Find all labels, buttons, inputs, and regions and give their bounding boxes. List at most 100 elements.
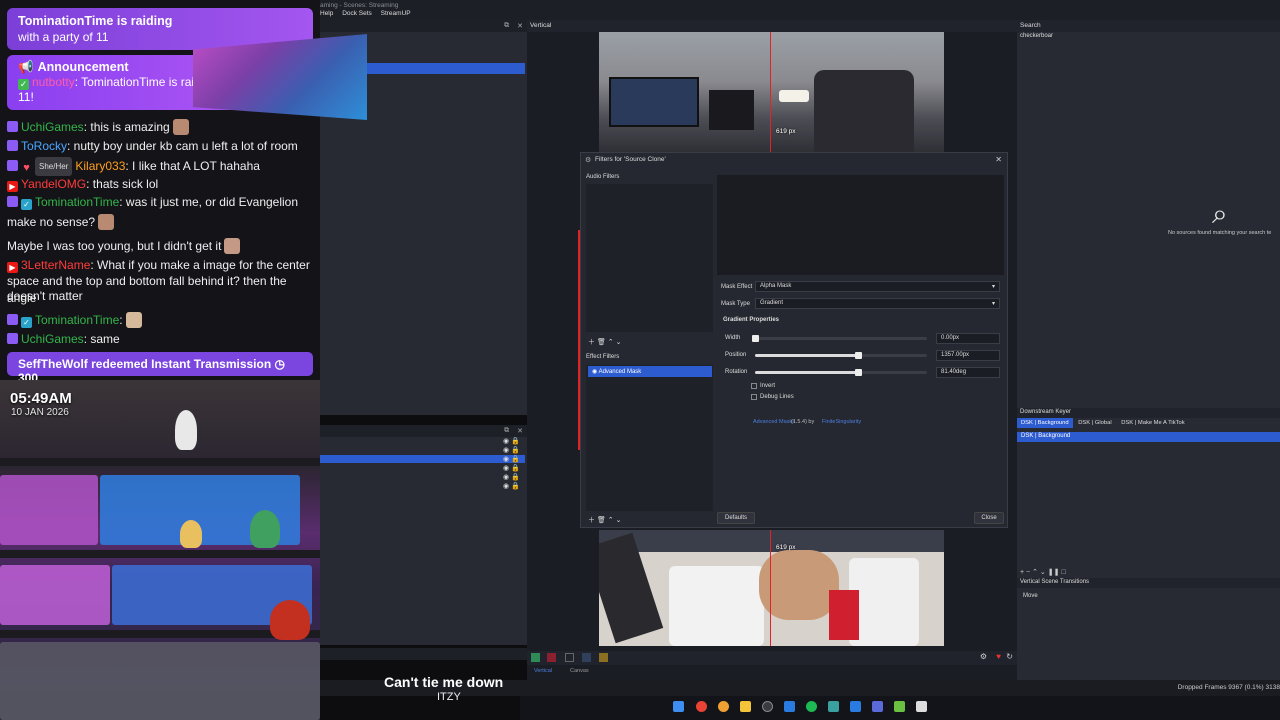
menu-streamup[interactable]: StreamUP <box>381 10 411 17</box>
minus-icon[interactable]: − <box>1026 569 1030 576</box>
stream-icon[interactable] <box>547 653 556 662</box>
record-icon[interactable] <box>531 653 540 662</box>
tab-canvas[interactable]: Canvas <box>570 668 589 674</box>
eye-icon[interactable]: ◉ 🔒 <box>503 437 520 445</box>
app-icon[interactable] <box>916 701 927 712</box>
app-icon[interactable] <box>828 701 839 712</box>
chevron-down-icon[interactable]: ⌄ <box>1040 569 1046 576</box>
debug-lines-checkbox[interactable] <box>751 394 757 400</box>
invert-checkbox[interactable] <box>751 383 757 389</box>
add-icon[interactable]: + <box>1020 569 1024 576</box>
selected-source-row[interactable] <box>320 455 525 463</box>
eye-icon[interactable]: ◉ 🔒 <box>503 455 520 463</box>
menu-help[interactable]: Help <box>320 10 333 17</box>
chat-username[interactable]: Kilary033 <box>75 159 125 173</box>
float-icon[interactable]: ⧉ <box>504 22 509 30</box>
trash-icon[interactable]: 🗑 <box>597 339 606 346</box>
chat-text: : was it just me, or did Evangelion <box>119 195 299 209</box>
eye-icon[interactable]: ◉ <box>592 369 597 375</box>
pause-icon[interactable]: ❚❚ <box>1048 569 1060 576</box>
start-icon[interactable] <box>673 701 684 712</box>
credit-link[interactable]: Advanced Masks <box>753 419 795 425</box>
replay-icon[interactable] <box>599 653 608 662</box>
window-title: aming - Scenes: Streaming <box>320 2 399 9</box>
close-icon[interactable]: ✕ <box>517 427 523 435</box>
chevron-up-icon[interactable]: ⌃ <box>608 339 614 346</box>
audio-filters-list[interactable] <box>586 184 713 332</box>
chevron-down-icon[interactable]: ⌄ <box>616 339 622 346</box>
close-button[interactable]: Close <box>974 512 1004 524</box>
tab-dsk-tiktok[interactable]: DSK | Make Me A TikTok <box>1117 418 1188 428</box>
rotation-slider-handle[interactable] <box>855 369 863 376</box>
eye-icon[interactable]: ◉ 🔒 <box>503 446 520 454</box>
width-slider[interactable] <box>755 337 927 340</box>
chat-username[interactable]: TominationTime <box>35 195 119 209</box>
stream-screen: TominationTime is raiding with a party o… <box>0 0 1280 720</box>
menu-dock-sets[interactable]: Dock Sets <box>342 10 372 17</box>
tab-dsk-global[interactable]: DSK | Global <box>1074 418 1115 428</box>
width-spinbox[interactable]: 0.00px <box>936 333 1000 344</box>
gear-icon[interactable]: ⚙ <box>980 652 987 661</box>
square-icon[interactable]: □ <box>1061 569 1065 576</box>
mask-effect-label: Mask Effect <box>721 284 753 290</box>
add-icon[interactable]: ＋ <box>588 517 595 524</box>
effect-filter-item[interactable]: ◉ Advanced Mask <box>588 366 712 377</box>
width-slider-handle[interactable] <box>752 335 759 342</box>
credit-author-link[interactable]: FiniteSingularity <box>822 419 861 425</box>
source-search-input[interactable]: checkerboar <box>1020 33 1278 42</box>
obs-icon[interactable] <box>762 701 773 712</box>
eye-icon[interactable]: ◉ 🔒 <box>503 473 520 481</box>
eye-icon[interactable]: ◉ 🔒 <box>503 464 520 472</box>
app-icon[interactable] <box>850 701 861 712</box>
app-icon[interactable] <box>784 701 795 712</box>
defaults-button[interactable]: Defaults <box>717 512 755 524</box>
width-label: Width <box>725 335 741 341</box>
dsk-list-item[interactable]: DSK | Background <box>1017 432 1280 442</box>
emote-icon <box>172 119 189 135</box>
tab-vertical[interactable]: Vertical <box>534 668 552 674</box>
chevron-down-icon[interactable]: ⌄ <box>616 517 622 524</box>
position-spinbox[interactable]: 1357.00px <box>936 350 1000 361</box>
heart-icon[interactable]: ♥ <box>996 652 1001 661</box>
transition-select[interactable]: Move <box>1017 591 1280 602</box>
redemption-cost: 300 <box>18 371 39 380</box>
eye-icon[interactable]: ◉ 🔒 <box>503 482 520 490</box>
chevron-up-icon[interactable]: ⌃ <box>608 517 614 524</box>
mask-effect-select[interactable]: Alpha Mask ▾ <box>755 281 1000 292</box>
position-slider-handle[interactable] <box>855 352 863 359</box>
chat-username[interactable]: YandelOMG <box>21 177 86 191</box>
add-icon[interactable]: ＋ <box>588 339 595 346</box>
close-icon[interactable]: ✕ <box>517 22 523 30</box>
preview-top-image[interactable] <box>599 32 944 155</box>
rotation-spinbox[interactable]: 81.40deg <box>936 367 1000 378</box>
emote-icon <box>224 238 241 254</box>
screenshot-icon[interactable] <box>565 653 574 662</box>
refresh-icon[interactable]: ↻ <box>1006 652 1013 661</box>
close-icon[interactable]: ✕ <box>995 155 1002 164</box>
chat-username[interactable]: TominationTime <box>35 313 119 327</box>
chat-username[interactable]: 3LetterName <box>21 258 90 272</box>
chat-username[interactable]: UchiGames <box>21 120 84 134</box>
float-icon[interactable]: ⧉ <box>504 427 509 435</box>
chrome-icon[interactable] <box>696 701 707 712</box>
preview-bottom-image[interactable] <box>599 530 944 646</box>
app-icon[interactable] <box>872 701 883 712</box>
mask-type-select[interactable]: Gradient ▾ <box>755 298 1000 309</box>
app-icon[interactable] <box>894 701 905 712</box>
chevron-up-icon[interactable]: ⌃ <box>1032 569 1038 576</box>
spotify-icon[interactable] <box>806 701 817 712</box>
redemption-text: SeffTheWolf redeemed Instant Transmissio… <box>18 357 272 371</box>
trash-icon[interactable]: 🗑 <box>597 517 606 524</box>
vertical-toolbar: ⚙ ♥ ↻ <box>527 651 1017 665</box>
chat-username[interactable]: ToRocky <box>21 139 67 153</box>
virtual-cam-icon[interactable] <box>582 653 591 662</box>
tab-dsk-background[interactable]: DSK | Background <box>1017 418 1073 428</box>
firefox-icon[interactable] <box>718 701 729 712</box>
position-label: Position <box>725 352 747 358</box>
chat-username[interactable]: UchiGames <box>21 332 84 346</box>
now-playing-artist: ITZY <box>437 691 461 703</box>
effect-filters-list[interactable] <box>586 365 713 511</box>
invert-label: Invert <box>760 383 776 389</box>
announcement-bot[interactable]: nutbotty <box>32 75 75 89</box>
folder-icon[interactable] <box>740 701 751 712</box>
